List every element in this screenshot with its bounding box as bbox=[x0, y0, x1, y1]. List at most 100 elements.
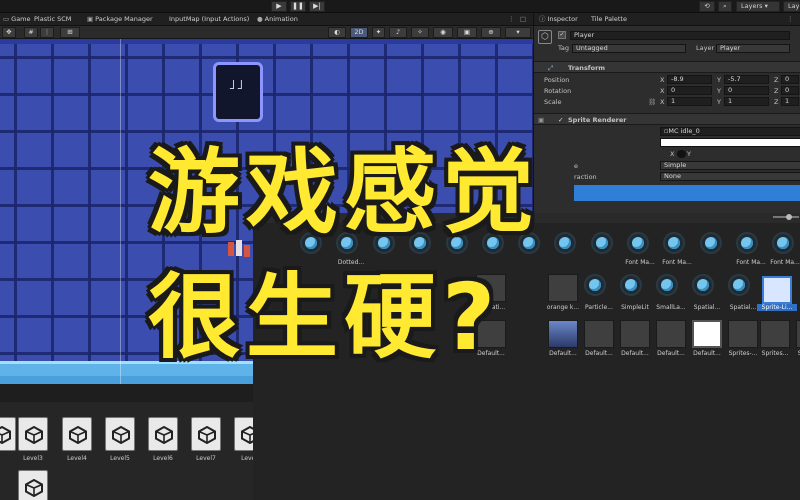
position-z-field[interactable]: 0 bbox=[781, 75, 799, 84]
audio-icon[interactable]: ♪ bbox=[389, 27, 407, 38]
flip-x-toggle[interactable] bbox=[677, 150, 686, 158]
material-icon[interactable] bbox=[656, 274, 678, 296]
increment-snap-icon[interactable]: ⊞ bbox=[60, 27, 80, 38]
sprite-renderer-checkbox[interactable]: ✓ bbox=[558, 116, 563, 124]
default-material-icon[interactable] bbox=[692, 320, 722, 348]
active-checkbox[interactable]: ✓ bbox=[558, 31, 566, 39]
zoom-slider-handle[interactable] bbox=[786, 214, 792, 220]
rotation-z-field[interactable]: 0 bbox=[781, 86, 799, 95]
font-material-icon[interactable] bbox=[591, 232, 613, 254]
flip-y-label: Y bbox=[687, 150, 691, 158]
transform-icon: ⤢ bbox=[548, 64, 554, 72]
scene-asset[interactable] bbox=[62, 417, 92, 451]
texture-icon[interactable] bbox=[548, 274, 578, 302]
scene-camera-icon[interactable]: ▣ bbox=[457, 27, 477, 38]
font-material-icon[interactable] bbox=[772, 232, 794, 254]
project-item-label: orange k... bbox=[546, 304, 580, 311]
tab-animation[interactable]: ● Animation bbox=[254, 13, 301, 26]
layout-dropdown[interactable]: Layers bbox=[783, 1, 800, 12]
scene-asset[interactable] bbox=[191, 417, 221, 451]
gizmos-icon[interactable]: ⊕ bbox=[481, 27, 501, 38]
font-material-icon[interactable] bbox=[627, 232, 649, 254]
font-material-icon[interactable] bbox=[700, 232, 722, 254]
project-item-label: Default... bbox=[621, 350, 649, 357]
rotation-y-label: Y bbox=[717, 87, 721, 95]
draw-mode-dropdown[interactable]: Simple bbox=[660, 161, 800, 170]
default-material-icon[interactable] bbox=[796, 320, 800, 348]
hidden-objects-icon[interactable]: ◉ bbox=[433, 27, 453, 38]
layers-dropdown[interactable]: Layers ▾ bbox=[736, 1, 780, 12]
default-material-icon[interactable] bbox=[548, 320, 578, 348]
default-material-icon[interactable] bbox=[760, 320, 790, 348]
scene-asset[interactable] bbox=[148, 417, 178, 451]
project-item-label: Font Ma... bbox=[770, 259, 800, 266]
gizmos-dropdown[interactable]: ▾ bbox=[505, 27, 531, 38]
scale-z-label: Z bbox=[774, 98, 779, 106]
position-x-label: X bbox=[660, 76, 665, 84]
position-y-field[interactable]: -5.7 bbox=[724, 75, 769, 84]
pause-button[interactable]: ❚❚ bbox=[290, 1, 306, 12]
scale-y-field[interactable]: 1 bbox=[724, 97, 769, 106]
main-toolbar: ▶ ❚❚ ▶| ⟲ ⌕ Layers ▾ Layers bbox=[0, 0, 800, 13]
material-icon[interactable] bbox=[584, 274, 606, 296]
snap-icon[interactable]: ⋮ bbox=[40, 27, 54, 38]
scale-z-field[interactable]: 1 bbox=[781, 97, 799, 106]
font-material-icon[interactable] bbox=[736, 232, 758, 254]
asset-label: Level7 bbox=[196, 455, 216, 462]
history-icon[interactable]: ⟲ bbox=[699, 1, 715, 12]
tab-game[interactable]: ▭ Game bbox=[0, 13, 34, 26]
default-material-icon[interactable] bbox=[656, 320, 686, 348]
scene-asset[interactable] bbox=[18, 417, 48, 451]
color-swatch[interactable] bbox=[660, 138, 800, 147]
default-material-icon[interactable] bbox=[728, 320, 758, 348]
scene-asset[interactable] bbox=[18, 470, 48, 500]
lighting-icon[interactable]: ✦ bbox=[372, 27, 385, 38]
shading-mode-icon[interactable]: ◐ bbox=[328, 27, 346, 38]
mask-interaction-dropdown[interactable]: None bbox=[660, 172, 800, 181]
tab-tile-palette[interactable]: Tile Palette bbox=[588, 13, 630, 26]
material-icon[interactable] bbox=[692, 274, 714, 296]
link-icon[interactable]: ⛓ bbox=[648, 98, 656, 106]
tab-input-map[interactable]: InputMap (Input Actions) bbox=[166, 13, 252, 26]
material-icon[interactable] bbox=[728, 274, 750, 296]
sprite-renderer-header[interactable]: ▣ ✓ Sprite Renderer bbox=[534, 113, 800, 125]
tag-dropdown[interactable]: Untagged bbox=[572, 44, 686, 53]
tab-plastic-scm[interactable]: Plastic SCM bbox=[31, 13, 74, 26]
layer-dropdown[interactable]: Player bbox=[716, 44, 790, 53]
scene-top-edge bbox=[0, 39, 533, 44]
grid-icon[interactable]: # bbox=[24, 27, 38, 38]
project-item-label: Font Ma... bbox=[625, 259, 655, 266]
rotation-y-field[interactable]: 0 bbox=[724, 86, 769, 95]
default-material-icon[interactable] bbox=[620, 320, 650, 348]
font-material-icon[interactable] bbox=[663, 232, 685, 254]
more-options-icon[interactable]: ⋮ bbox=[784, 13, 797, 26]
project-item-label: Sprite-Li... bbox=[757, 304, 797, 311]
overlay-title-line1: 游戏感觉 bbox=[148, 139, 541, 246]
object-name-field[interactable]: Player bbox=[570, 31, 790, 40]
tab-package-manager[interactable]: ▣ Package Manager bbox=[84, 13, 156, 26]
font-material-icon[interactable] bbox=[554, 232, 576, 254]
step-button[interactable]: ▶| bbox=[309, 1, 325, 12]
sprite-lit-icon[interactable] bbox=[762, 276, 792, 304]
transform-header[interactable]: ⤢ Transform bbox=[534, 61, 800, 73]
material-icon[interactable] bbox=[620, 274, 642, 296]
effects-icon[interactable]: ✧ bbox=[411, 27, 429, 38]
default-material-icon[interactable] bbox=[584, 320, 614, 348]
sprite-field[interactable]: ▫MC idle_0 bbox=[660, 127, 800, 136]
scale-x-field[interactable]: 1 bbox=[667, 97, 712, 106]
scene-asset[interactable] bbox=[0, 417, 16, 451]
rotation-x-field[interactable]: 0 bbox=[667, 86, 712, 95]
play-button[interactable]: ▶ bbox=[271, 1, 287, 12]
more-options-icon[interactable]: ⋮ bbox=[505, 13, 518, 26]
editor-tabs: ▭ Game Plastic SCM ▣ Package Manager Input… bbox=[0, 13, 533, 26]
position-x-field[interactable]: -8.9 bbox=[667, 75, 712, 84]
hand-tool-icon[interactable]: ✥ bbox=[2, 27, 16, 38]
tab-inspector[interactable]: ⓘ Inspector bbox=[536, 13, 581, 26]
project-item-label: Default... bbox=[693, 350, 721, 357]
maximize-icon[interactable]: □ bbox=[517, 13, 529, 26]
overlay-title-line2: 很生硬? bbox=[148, 264, 502, 371]
scale-x-label: X bbox=[660, 98, 665, 106]
scene-asset[interactable] bbox=[105, 417, 135, 451]
search-icon[interactable]: ⌕ bbox=[718, 1, 732, 12]
toggle-2d-button[interactable]: 2D bbox=[350, 27, 368, 38]
